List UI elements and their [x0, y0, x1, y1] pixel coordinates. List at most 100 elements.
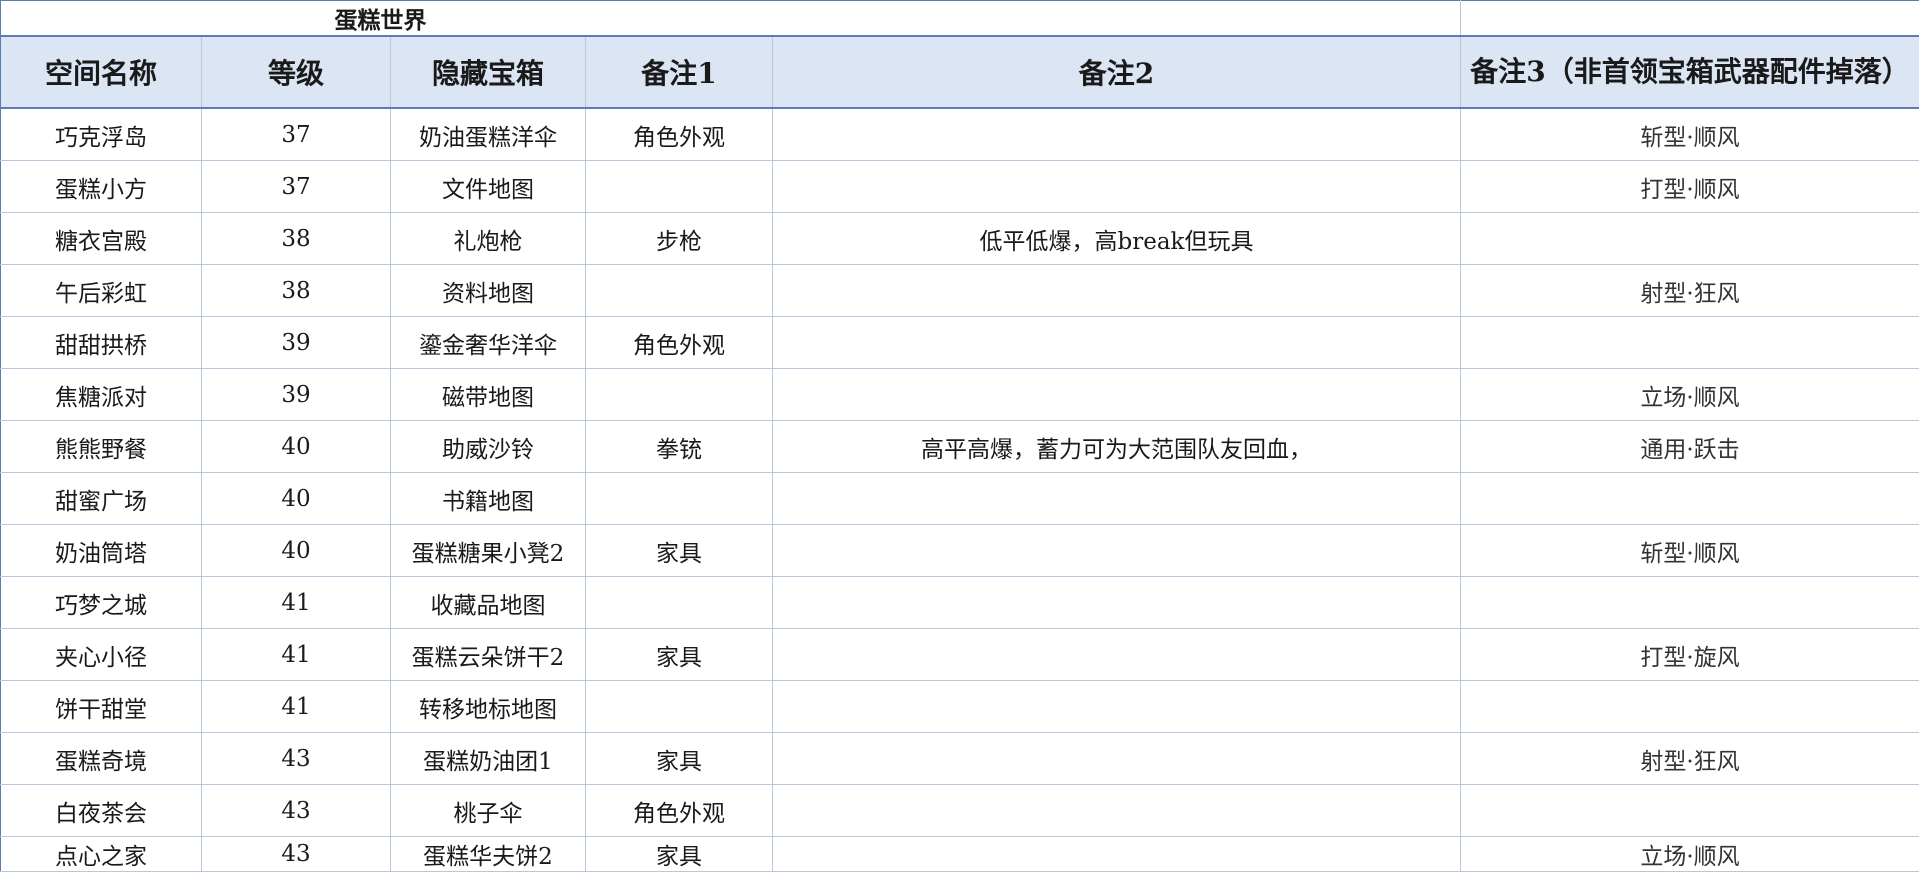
cell-note1[interactable]: 角色外观 — [585, 784, 773, 837]
cell-note3[interactable] — [1460, 472, 1919, 525]
cell-hidden-chest[interactable]: 转移地标地图 — [390, 680, 586, 733]
cell-note1[interactable] — [585, 264, 773, 317]
cell-hidden-chest[interactable]: 蛋糕华夫饼2 — [390, 836, 586, 872]
cell-hidden-chest[interactable]: 蛋糕奶油团1 — [390, 732, 586, 785]
cell-note1[interactable] — [585, 680, 773, 733]
cell-note1[interactable]: 角色外观 — [585, 107, 773, 161]
cell-note3[interactable] — [1460, 784, 1919, 837]
cell-note1[interactable]: 角色外观 — [585, 316, 773, 369]
cell-space-name[interactable]: 夹心小径 — [0, 628, 202, 681]
cell-hidden-chest[interactable]: 桃子伞 — [390, 784, 586, 837]
cell-level[interactable]: 40 — [201, 420, 391, 473]
cell-note3[interactable]: 通用·跃击 — [1460, 420, 1919, 473]
cell-level[interactable]: 39 — [201, 368, 391, 421]
cell-hidden-chest[interactable]: 蛋糕糖果小凳2 — [390, 524, 586, 577]
header-note1[interactable]: 备注1 — [585, 35, 773, 109]
cell-note2[interactable] — [771, 316, 1462, 369]
cell-note2[interactable]: 低平低爆，高break但玩具 — [771, 212, 1462, 265]
cell-space-name[interactable]: 巧克浮岛 — [0, 107, 202, 161]
cell-hidden-chest[interactable]: 鎏金奢华洋伞 — [390, 316, 586, 369]
cell-note1[interactable]: 家具 — [585, 628, 773, 681]
cell-note2[interactable] — [771, 680, 1462, 733]
cell-note3[interactable] — [1460, 212, 1919, 265]
cell-note3[interactable]: 斩型·顺风 — [1460, 107, 1919, 161]
cell-note2[interactable] — [771, 160, 1462, 213]
cell-note1[interactable] — [585, 472, 773, 525]
cell-level[interactable]: 41 — [201, 680, 391, 733]
table-row: 熊熊野餐 40 助威沙铃 拳铳 高平高爆，蓄力可为大范围队友回血， 通用·跃击 — [0, 420, 1919, 473]
cell-note3[interactable]: 斩型·顺风 — [1460, 524, 1919, 577]
cell-note3[interactable]: 打型·顺风 — [1460, 160, 1919, 213]
cell-note1[interactable] — [585, 368, 773, 421]
cell-note3[interactable]: 立场·顺风 — [1460, 368, 1919, 421]
cell-level[interactable]: 40 — [201, 524, 391, 577]
cell-level[interactable]: 41 — [201, 628, 391, 681]
cell-level[interactable]: 38 — [201, 212, 391, 265]
cell-level[interactable]: 43 — [201, 784, 391, 837]
cell-note2[interactable] — [771, 732, 1462, 785]
cell-space-name[interactable]: 熊熊野餐 — [0, 420, 202, 473]
title-empty-cell[interactable] — [1460, 0, 1919, 37]
cell-note3[interactable]: 立场·顺风 — [1460, 836, 1919, 872]
cell-space-name[interactable]: 焦糖派对 — [0, 368, 202, 421]
cell-space-name[interactable]: 蛋糕小方 — [0, 160, 202, 213]
cell-note2[interactable]: 高平高爆，蓄力可为大范围队友回血， — [771, 420, 1462, 473]
cell-note1[interactable]: 家具 — [585, 524, 773, 577]
cell-space-name[interactable]: 甜蜜广场 — [0, 472, 202, 525]
header-hidden-chest[interactable]: 隐藏宝箱 — [390, 35, 586, 109]
cell-note1[interactable] — [585, 160, 773, 213]
cell-hidden-chest[interactable]: 收藏品地图 — [390, 576, 586, 629]
cell-level[interactable]: 41 — [201, 576, 391, 629]
table-row: 巧梦之城 41 收藏品地图 — [0, 576, 1919, 629]
cell-note2[interactable] — [771, 368, 1462, 421]
cell-note1[interactable]: 拳铳 — [585, 420, 773, 473]
cell-note1[interactable]: 家具 — [585, 732, 773, 785]
cell-hidden-chest[interactable]: 蛋糕云朵饼干2 — [390, 628, 586, 681]
cell-level[interactable]: 38 — [201, 264, 391, 317]
cell-space-name[interactable]: 巧梦之城 — [0, 576, 202, 629]
cell-space-name[interactable]: 饼干甜堂 — [0, 680, 202, 733]
cell-note2[interactable] — [771, 836, 1462, 872]
cell-note1[interactable]: 家具 — [585, 836, 773, 872]
cell-note2[interactable] — [771, 264, 1462, 317]
header-level[interactable]: 等级 — [201, 35, 391, 109]
cell-level[interactable]: 43 — [201, 732, 391, 785]
cell-space-name[interactable]: 糖衣宫殿 — [0, 212, 202, 265]
cell-note2[interactable] — [771, 628, 1462, 681]
cell-level[interactable]: 37 — [201, 160, 391, 213]
cell-space-name[interactable]: 点心之家 — [0, 836, 202, 872]
cell-note3[interactable]: 打型·旋风 — [1460, 628, 1919, 681]
sheet-title-cell[interactable]: 蛋糕世界 — [0, 0, 1462, 37]
cell-note3[interactable]: 射型·狂风 — [1460, 264, 1919, 317]
cell-note2[interactable] — [771, 576, 1462, 629]
cell-note1[interactable] — [585, 576, 773, 629]
cell-space-name[interactable]: 蛋糕奇境 — [0, 732, 202, 785]
header-note2[interactable]: 备注2 — [771, 35, 1462, 109]
cell-space-name[interactable]: 甜甜拱桥 — [0, 316, 202, 369]
cell-hidden-chest[interactable]: 奶油蛋糕洋伞 — [390, 107, 586, 161]
cell-note3[interactable] — [1460, 576, 1919, 629]
cell-note2[interactable] — [771, 107, 1462, 161]
cell-hidden-chest[interactable]: 磁带地图 — [390, 368, 586, 421]
cell-note3[interactable] — [1460, 680, 1919, 733]
cell-note2[interactable] — [771, 784, 1462, 837]
cell-space-name[interactable]: 奶油筒塔 — [0, 524, 202, 577]
cell-note2[interactable] — [771, 472, 1462, 525]
cell-note3[interactable] — [1460, 316, 1919, 369]
cell-level[interactable]: 40 — [201, 472, 391, 525]
cell-note2[interactable] — [771, 524, 1462, 577]
cell-hidden-chest[interactable]: 文件地图 — [390, 160, 586, 213]
cell-note3[interactable]: 射型·狂风 — [1460, 732, 1919, 785]
cell-level[interactable]: 43 — [201, 836, 391, 872]
cell-hidden-chest[interactable]: 书籍地图 — [390, 472, 586, 525]
cell-note1[interactable]: 步枪 — [585, 212, 773, 265]
cell-hidden-chest[interactable]: 助威沙铃 — [390, 420, 586, 473]
cell-space-name[interactable]: 白夜茶会 — [0, 784, 202, 837]
header-space-name[interactable]: 空间名称 — [0, 35, 202, 109]
cell-level[interactable]: 37 — [201, 107, 391, 161]
cell-hidden-chest[interactable]: 礼炮枪 — [390, 212, 586, 265]
cell-level[interactable]: 39 — [201, 316, 391, 369]
cell-space-name[interactable]: 午后彩虹 — [0, 264, 202, 317]
header-note3[interactable]: 备注3（非首领宝箱武器配件掉落） — [1460, 35, 1919, 109]
cell-hidden-chest[interactable]: 资料地图 — [390, 264, 586, 317]
